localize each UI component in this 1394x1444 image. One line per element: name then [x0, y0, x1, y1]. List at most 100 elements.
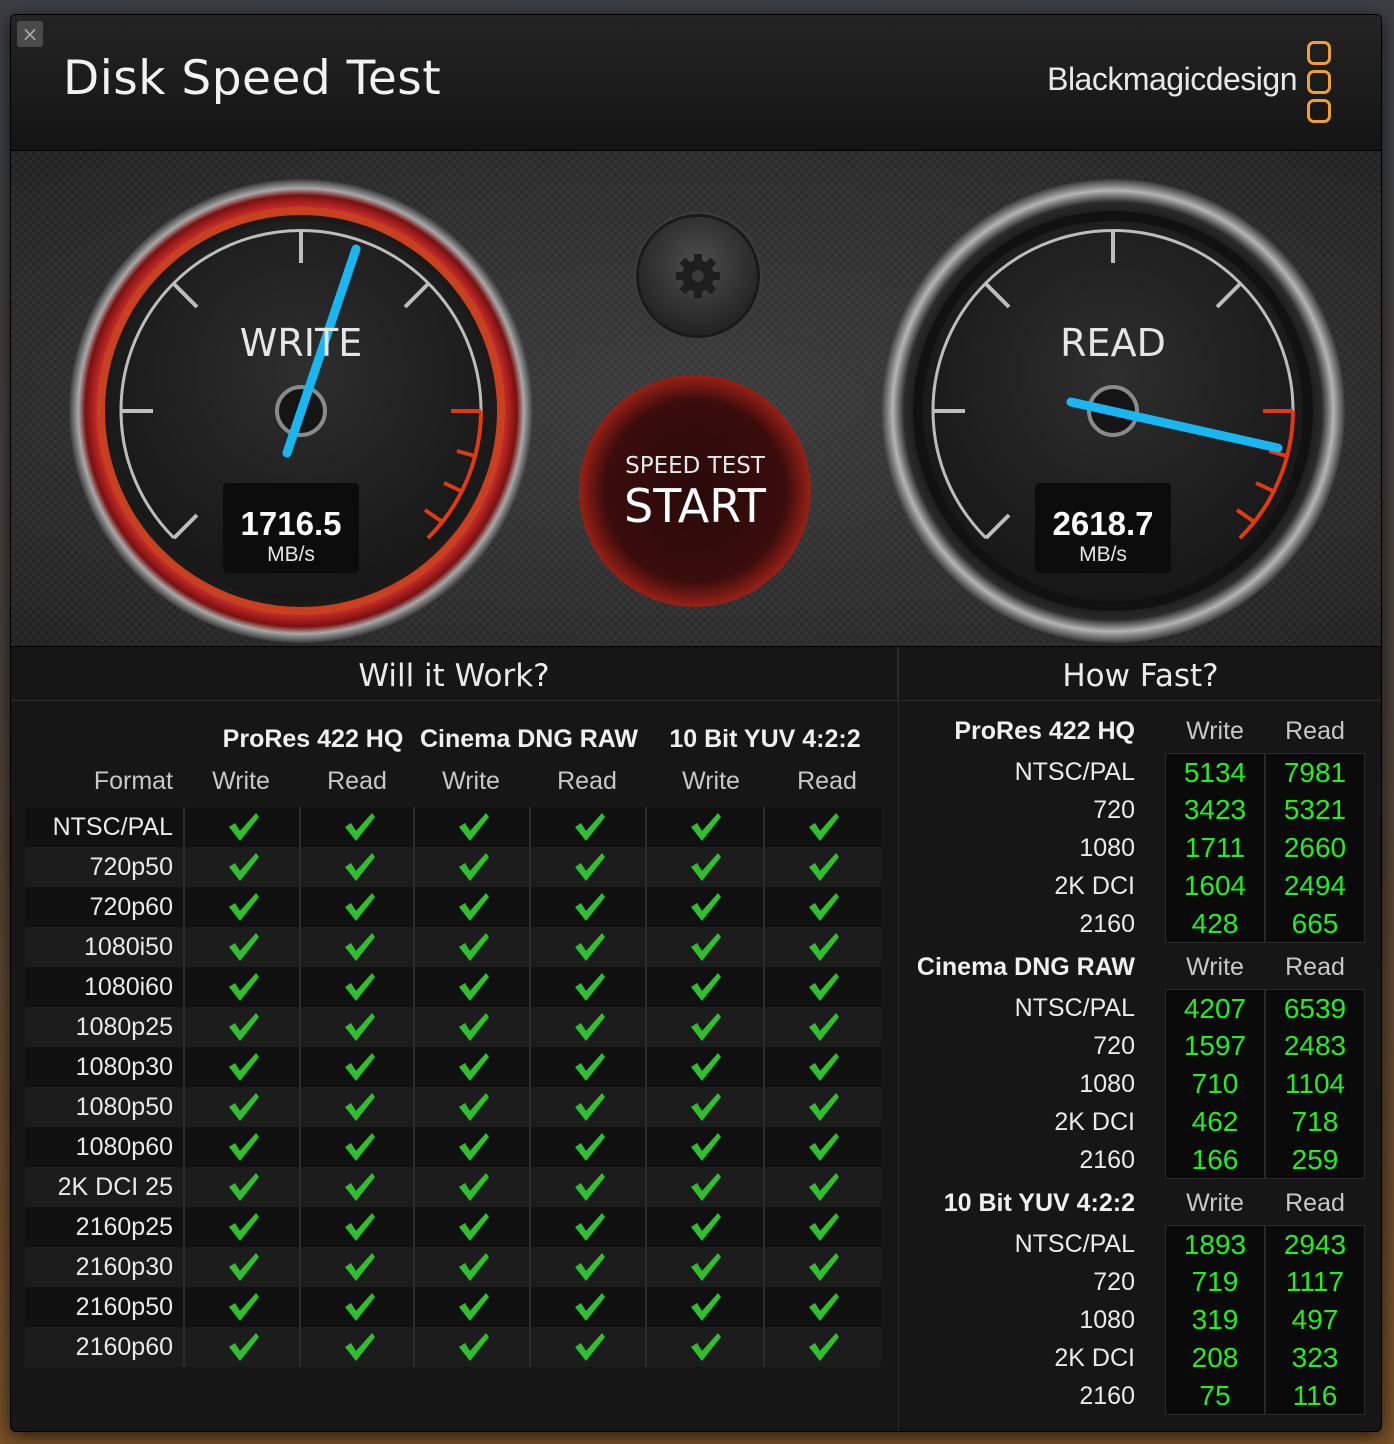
- read-gauge-dial: [881, 179, 1345, 643]
- format-label: 2160p30: [75, 1253, 173, 1281]
- speed-row: 2160 166 259: [899, 1141, 1381, 1179]
- check-icon: [691, 973, 721, 1001]
- how-fast-table: ProRes 422 HQ Write Read NTSC/PAL 5134 7981 72…: [899, 701, 1381, 1431]
- write-column-header: Write: [1186, 953, 1244, 981]
- read-speed-unit: MB/s: [1079, 543, 1127, 566]
- check-icon: [691, 1013, 721, 1041]
- cell-prores-read: [299, 927, 415, 967]
- write-fps-value: 1604: [1165, 867, 1265, 905]
- check-icon: [575, 933, 605, 961]
- resolution-label: 2160: [1079, 1382, 1135, 1410]
- check-icon: [691, 1333, 721, 1361]
- check-icon: [459, 1133, 489, 1161]
- cell-dng-write: [413, 1247, 529, 1287]
- check-icon: [691, 1133, 721, 1161]
- table-row: 2160p50: [25, 1287, 881, 1327]
- check-icon: [575, 1213, 605, 1241]
- write-fps-value: 3423: [1165, 791, 1265, 829]
- write-fps-value: 319: [1165, 1301, 1265, 1339]
- resolution-label: 1080: [1079, 1070, 1135, 1098]
- cell-dng-read: [529, 807, 645, 847]
- cell-prores-write: [183, 1167, 299, 1207]
- format-label: 1080i60: [84, 973, 173, 1001]
- will-it-work-title: Will it Work?: [11, 647, 898, 701]
- cell-yuv-read: [763, 1007, 879, 1047]
- format-label: 720p50: [89, 853, 173, 881]
- check-icon: [575, 1253, 605, 1281]
- check-icon: [691, 813, 721, 841]
- cell-yuv-read: [763, 1087, 879, 1127]
- group-header-prores: ProRes 422 HQ: [222, 725, 404, 753]
- resolution-label: 720: [1093, 1268, 1135, 1296]
- cell-prores-read: [299, 967, 415, 1007]
- resolution-label: 2K DCI: [1054, 1344, 1135, 1372]
- write-fps-value: 208: [1165, 1339, 1265, 1377]
- speed-row: 1080 1711 2660: [899, 829, 1381, 867]
- brand-name: Blackmagicdesign: [1047, 61, 1297, 97]
- group-header-cinema-dng: Cinema DNG RAW: [419, 725, 639, 753]
- cell-prores-write: [183, 1327, 299, 1367]
- app-window: × Disk Speed Test Blackmagicdesign WRITE…: [10, 14, 1382, 1432]
- cell-dng-read: [529, 1007, 645, 1047]
- write-fps-value: 1711: [1165, 829, 1265, 867]
- cell-yuv-read: [763, 1247, 879, 1287]
- speed-row: 2K DCI 208 323: [899, 1339, 1381, 1377]
- check-icon: [691, 893, 721, 921]
- cell-prores-read: [299, 1167, 415, 1207]
- check-icon: [691, 933, 721, 961]
- speed-row: NTSC/PAL 1893 2943: [899, 1225, 1381, 1263]
- read-fps-value: 5321: [1265, 791, 1365, 829]
- write-fps-value: 462: [1165, 1103, 1265, 1141]
- write-fps-value: 4207: [1165, 989, 1265, 1027]
- check-icon: [345, 813, 375, 841]
- cell-dng-read: [529, 1247, 645, 1287]
- close-button[interactable]: ×: [17, 21, 43, 47]
- cell-prores-read: [299, 847, 415, 887]
- cell-yuv-read: [763, 847, 879, 887]
- table-row: NTSC/PAL: [25, 807, 881, 847]
- check-icon: [809, 813, 839, 841]
- check-icon: [459, 813, 489, 841]
- format-label: 1080p50: [75, 1093, 173, 1121]
- start-button-label: START: [624, 479, 766, 533]
- check-icon: [459, 1093, 489, 1121]
- check-icon: [459, 933, 489, 961]
- cell-dng-write: [413, 1087, 529, 1127]
- check-icon: [459, 1053, 489, 1081]
- cell-dng-write: [413, 1047, 529, 1087]
- cell-dng-write: [413, 1287, 529, 1327]
- check-icon: [345, 933, 375, 961]
- check-icon: [345, 1013, 375, 1041]
- read-fps-value: 718: [1265, 1103, 1365, 1141]
- check-icon: [809, 1173, 839, 1201]
- settings-button[interactable]: [639, 217, 757, 335]
- cell-prores-write: [183, 1087, 299, 1127]
- cell-yuv-read: [763, 1327, 879, 1367]
- column-subheaders: Format Write Read Write Read Write Read: [11, 767, 898, 803]
- speed-row: 720 3423 5321: [899, 791, 1381, 829]
- read-fps-value: 259: [1265, 1141, 1365, 1179]
- cell-yuv-write: [645, 1007, 761, 1047]
- check-icon: [809, 1093, 839, 1121]
- speed-row: 2K DCI 462 718: [899, 1103, 1381, 1141]
- check-icon: [459, 1213, 489, 1241]
- check-icon: [229, 933, 259, 961]
- read-speed-value: 2618.7: [1052, 505, 1154, 542]
- check-icon: [459, 1293, 489, 1321]
- check-icon: [345, 1213, 375, 1241]
- speed-row: 720 719 1117: [899, 1263, 1381, 1301]
- resolution-label: 1080: [1079, 834, 1135, 862]
- speed-block: ProRes 422 HQ Write Read NTSC/PAL 5134 7981 72…: [899, 717, 1381, 947]
- speed-block: Cinema DNG RAW Write Read NTSC/PAL 4207 6539 7…: [899, 953, 1381, 1183]
- cell-dng-write: [413, 1007, 529, 1047]
- start-button[interactable]: SPEED TEST START: [579, 375, 811, 607]
- resolution-label: 1080: [1079, 1306, 1135, 1334]
- cell-dng-read: [529, 1087, 645, 1127]
- cell-prores-write: [183, 887, 299, 927]
- cell-yuv-write: [645, 807, 761, 847]
- check-icon: [809, 1213, 839, 1241]
- table-row: 1080p60: [25, 1127, 881, 1167]
- check-icon: [575, 1293, 605, 1321]
- format-grid: NTSC/PAL 720p50 720p60 1080i50 1080i60 1080p2…: [25, 807, 881, 1367]
- cell-dng-read: [529, 967, 645, 1007]
